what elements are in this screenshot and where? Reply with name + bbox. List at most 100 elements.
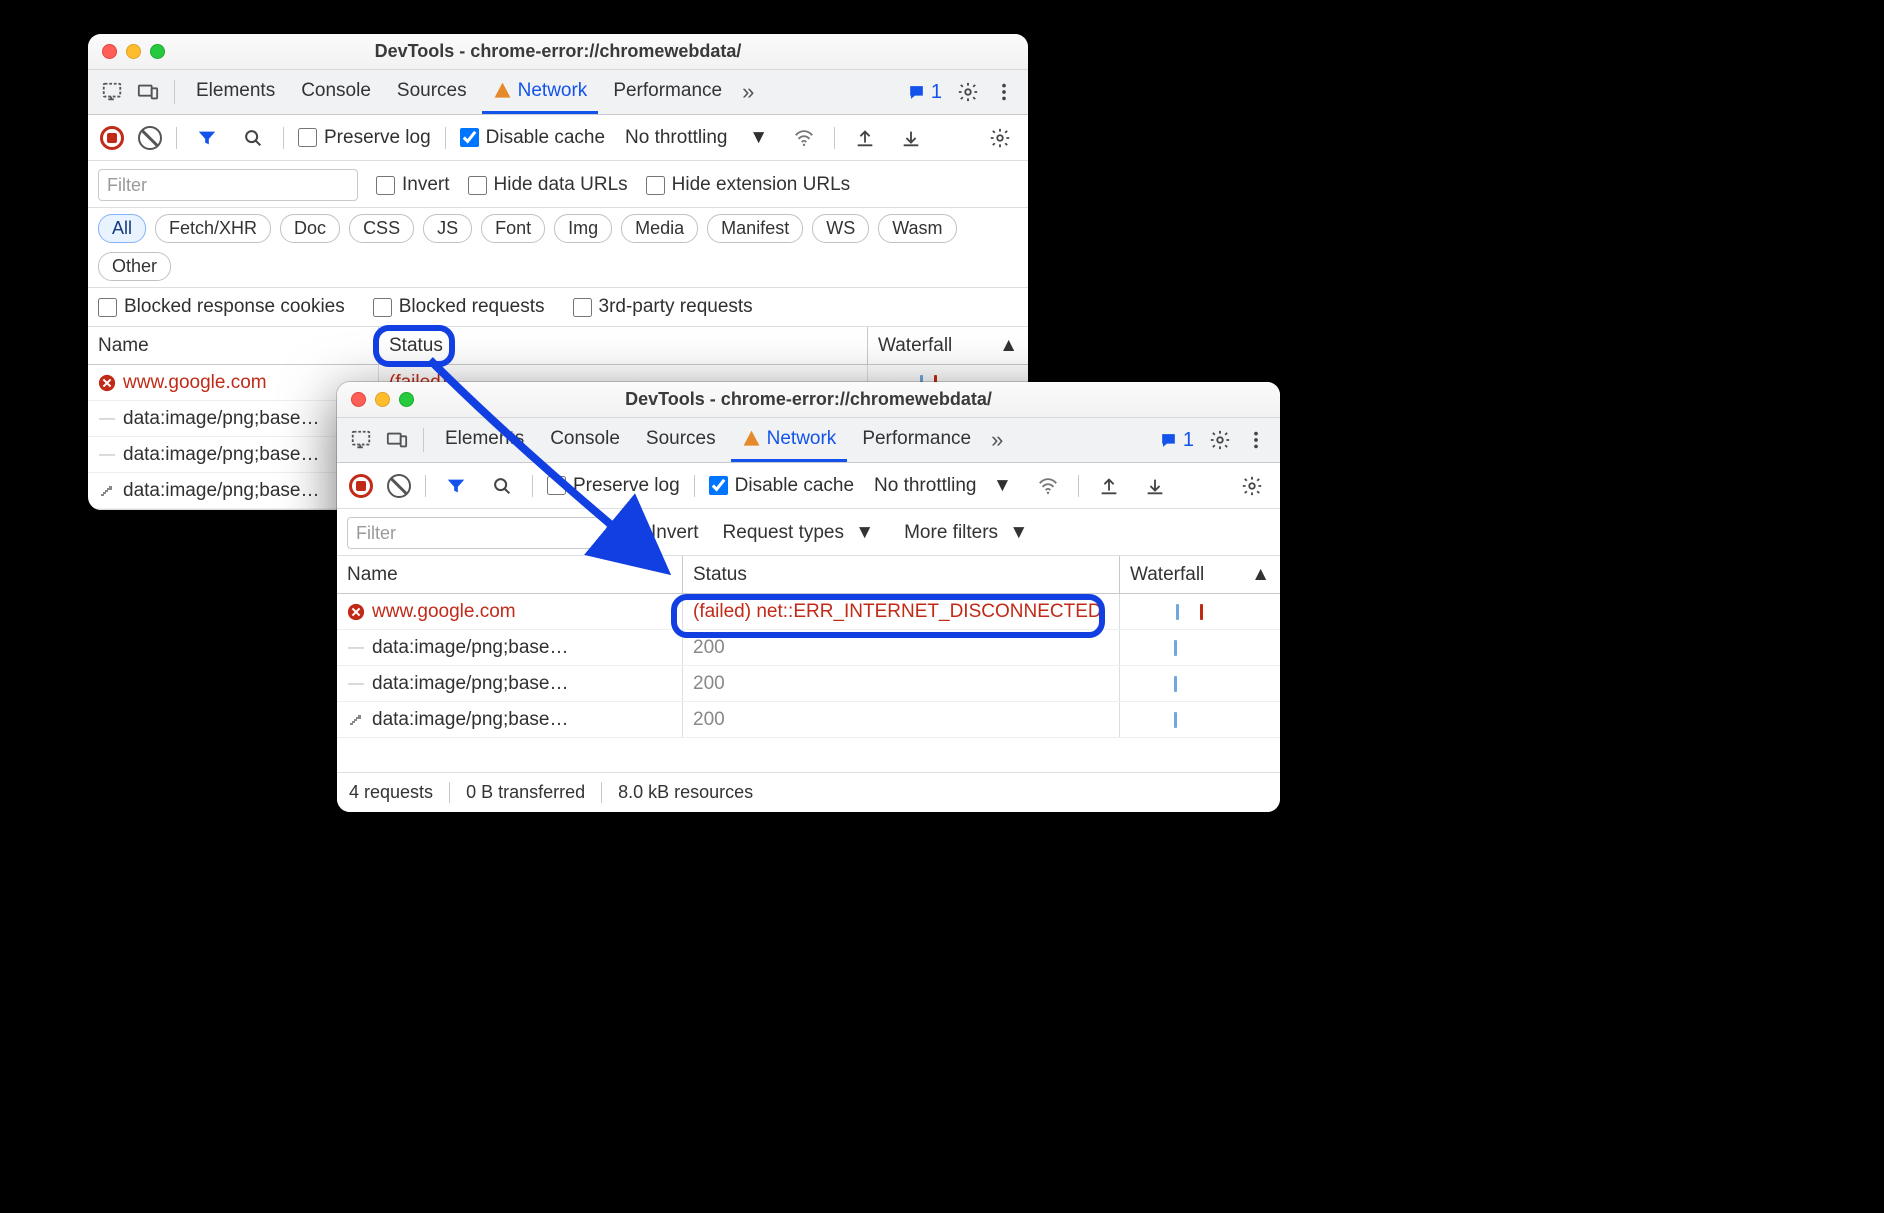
network-settings-icon[interactable]: [1236, 470, 1268, 502]
tab-sources[interactable]: Sources: [635, 418, 727, 462]
upload-har-icon[interactable]: [1093, 470, 1125, 502]
tab-performance[interactable]: Performance: [602, 70, 733, 114]
filter-input[interactable]: [98, 169, 358, 201]
invert-checkbox[interactable]: Invert: [376, 174, 450, 196]
cell-name: data:image/png;base…: [337, 702, 683, 737]
network-conditions-icon[interactable]: [1032, 470, 1064, 502]
table-row[interactable]: data:image/png;base…200: [337, 702, 1280, 738]
col-status[interactable]: Status: [379, 327, 868, 364]
more-tabs-icon[interactable]: »: [986, 424, 1008, 456]
tab-performance[interactable]: Performance: [851, 418, 982, 462]
request-types-select[interactable]: Request types ▼: [717, 522, 881, 544]
upload-har-icon[interactable]: [849, 122, 881, 154]
disable-cache-checkbox[interactable]: Disable cache: [460, 127, 605, 149]
table-row[interactable]: www.google.com(failed) net::ERR_INTERNET…: [337, 594, 1280, 630]
record-button[interactable]: [349, 474, 373, 498]
devtools-window-2: DevTools - chrome-error://chromewebdata/…: [337, 382, 1280, 812]
inspect-icon[interactable]: [345, 424, 377, 456]
image-icon: [347, 712, 365, 728]
type-pill-wasm[interactable]: Wasm: [878, 214, 956, 243]
minimize-icon[interactable]: [375, 392, 390, 407]
record-button[interactable]: [100, 126, 124, 150]
table-header: Name Status Waterfall▲: [88, 327, 1028, 365]
error-icon: [98, 374, 116, 392]
blocked-requests-checkbox[interactable]: Blocked requests: [373, 296, 545, 318]
type-pill-font[interactable]: Font: [481, 214, 545, 243]
type-pill-manifest[interactable]: Manifest: [707, 214, 803, 243]
filter-bar: Invert Hide data URLs Hide extension URL…: [88, 161, 1028, 208]
clear-button[interactable]: [138, 126, 162, 150]
filter-toggle-icon[interactable]: [191, 122, 223, 154]
disable-cache-checkbox[interactable]: Disable cache: [709, 475, 854, 497]
clear-button[interactable]: [387, 474, 411, 498]
issues-badge[interactable]: 1: [901, 81, 948, 104]
col-name[interactable]: Name: [88, 327, 379, 364]
tab-network[interactable]: Network: [482, 70, 599, 114]
type-pill-other[interactable]: Other: [98, 252, 171, 281]
throttling-select[interactable]: No throttling ▼: [868, 475, 1018, 497]
blocked-cookies-checkbox[interactable]: Blocked response cookies: [98, 296, 345, 318]
download-har-icon[interactable]: [895, 122, 927, 154]
type-pill-css[interactable]: CSS: [349, 214, 414, 243]
more-tabs-icon[interactable]: »: [737, 76, 759, 108]
dash-icon: —: [347, 675, 365, 693]
statusbar: 4 requests 0 B transferred 8.0 kB resour…: [337, 772, 1280, 812]
table-row[interactable]: —data:image/png;base…200: [337, 666, 1280, 702]
close-icon[interactable]: [351, 392, 366, 407]
preserve-log-checkbox[interactable]: Preserve log: [298, 127, 431, 149]
col-waterfall[interactable]: Waterfall▲: [868, 327, 1028, 364]
filter-toggle-icon[interactable]: [440, 470, 472, 502]
tab-console[interactable]: Console: [290, 70, 382, 114]
col-status[interactable]: Status: [683, 556, 1120, 593]
type-pill-all[interactable]: All: [98, 214, 146, 243]
cell-name: —data:image/png;base…: [88, 437, 379, 472]
device-toggle-icon[interactable]: [381, 424, 413, 456]
third-party-checkbox[interactable]: 3rd-party requests: [573, 296, 753, 318]
type-pill-img[interactable]: Img: [554, 214, 612, 243]
table-row[interactable]: —data:image/png;base…200: [337, 630, 1280, 666]
col-waterfall[interactable]: Waterfall▲: [1120, 556, 1280, 593]
maximize-icon[interactable]: [150, 44, 165, 59]
kebab-icon[interactable]: [1240, 424, 1272, 456]
download-har-icon[interactable]: [1139, 470, 1171, 502]
search-icon[interactable]: [237, 122, 269, 154]
type-pill-doc[interactable]: Doc: [280, 214, 340, 243]
search-icon[interactable]: [486, 470, 518, 502]
titlebar[interactable]: DevTools - chrome-error://chromewebdata/: [88, 34, 1028, 70]
tab-console[interactable]: Console: [539, 418, 631, 462]
device-toggle-icon[interactable]: [132, 76, 164, 108]
tab-elements[interactable]: Elements: [185, 70, 286, 114]
tab-network[interactable]: Network: [731, 418, 848, 462]
preserve-log-checkbox[interactable]: Preserve log: [547, 475, 680, 497]
tab-elements[interactable]: Elements: [434, 418, 535, 462]
kebab-icon[interactable]: [988, 76, 1020, 108]
chat-icon: [1159, 431, 1178, 450]
cell-name: www.google.com: [337, 594, 683, 629]
inspect-icon[interactable]: [96, 76, 128, 108]
filter-input[interactable]: [347, 517, 607, 549]
minimize-icon[interactable]: [126, 44, 141, 59]
type-pill-ws[interactable]: WS: [812, 214, 869, 243]
hide-data-urls-checkbox[interactable]: Hide data URLs: [468, 174, 628, 196]
issues-badge[interactable]: 1: [1153, 429, 1200, 452]
settings-icon[interactable]: [952, 76, 984, 108]
hide-ext-urls-checkbox[interactable]: Hide extension URLs: [646, 174, 850, 196]
settings-icon[interactable]: [1204, 424, 1236, 456]
type-pill-js[interactable]: JS: [423, 214, 472, 243]
more-filters-select[interactable]: More filters ▼: [898, 522, 1034, 544]
type-pill-row: All Fetch/XHR Doc CSS JS Font Img Media Manifest…: [88, 208, 1028, 288]
throttling-select[interactable]: No throttling ▼: [619, 127, 774, 149]
titlebar[interactable]: DevTools - chrome-error://chromewebdata/: [337, 382, 1280, 418]
type-pill-media[interactable]: Media: [621, 214, 698, 243]
network-settings-icon[interactable]: [984, 122, 1016, 154]
cell-name: data:image/png;base…: [88, 473, 379, 508]
close-icon[interactable]: [102, 44, 117, 59]
cell-name: —data:image/png;base…: [88, 401, 379, 436]
cell-status: (failed) net::ERR_INTERNET_DISCONNECTED: [683, 594, 1120, 629]
col-name[interactable]: Name: [337, 556, 683, 593]
type-pill-fetchxhr[interactable]: Fetch/XHR: [155, 214, 271, 243]
maximize-icon[interactable]: [399, 392, 414, 407]
invert-checkbox[interactable]: Invert: [625, 522, 699, 544]
network-conditions-icon[interactable]: [788, 122, 820, 154]
tab-sources[interactable]: Sources: [386, 70, 478, 114]
